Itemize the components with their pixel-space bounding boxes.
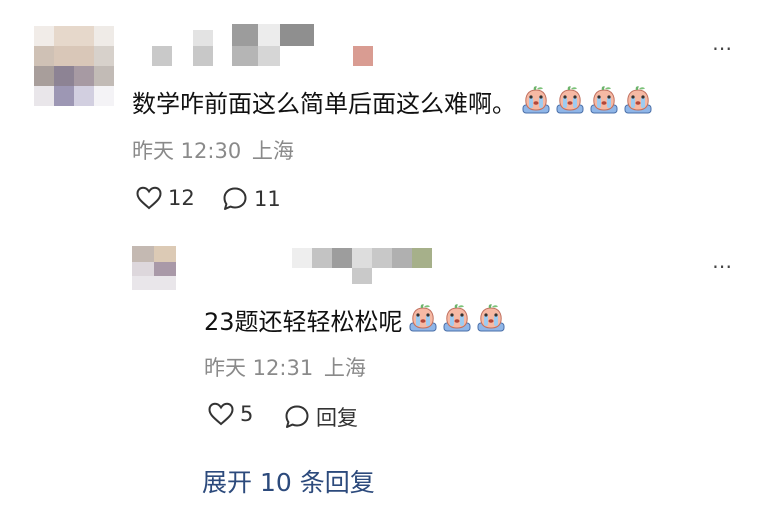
reply-meta: 昨天 12:31 上海 [204,356,366,380]
reply-like-count: 5 [240,402,254,426]
reply-body: 23题还轻轻松松呢 [204,308,403,336]
reply-avatar[interactable] [132,246,176,290]
reply-location: 上海 [323,356,366,380]
comment-text: 数学咋前面这么简单后面这么难啊。 [132,84,654,119]
comment-bubble-icon [223,187,247,210]
heart-icon [136,186,162,210]
comment-location: 上海 [251,139,294,163]
heart-icon [208,402,234,426]
crying-peach-emoji [556,86,584,114]
comment-bubble-icon [285,405,309,428]
comment-body: 数学咋前面这么简单后面这么难啊。 [132,90,516,118]
comment-meta: 昨天 12:30 上海 [132,139,294,163]
crying-peach-emoji [590,86,618,114]
reply-time: 昨天 12:31 [204,356,314,380]
username[interactable] [150,24,390,72]
reply-button[interactable]: 回复 [284,402,358,432]
reply-button-label: 回复 [316,406,358,430]
comment-time: 昨天 12:30 [132,139,242,163]
crying-peach-emoji [522,86,550,114]
crying-peach-emoji [443,304,471,332]
like-button[interactable]: 12 [136,186,195,210]
emoji-group [520,84,654,116]
more-options-icon[interactable]: ⋯ [712,38,733,58]
avatar[interactable] [34,26,114,106]
reply-count-button[interactable]: 11 [222,186,281,212]
crying-peach-emoji [477,304,505,332]
reply-emoji-group [407,302,507,334]
reply-text: 23题还轻轻松松呢 [204,302,507,337]
crying-peach-emoji [624,86,652,114]
reply-like-button[interactable]: 5 [208,402,253,426]
reply-username[interactable] [292,246,442,286]
expand-replies-link[interactable]: 展开 10 条回复 [202,463,375,499]
crying-peach-emoji [409,304,437,332]
reply-count: 11 [254,187,281,211]
like-count: 12 [168,186,195,210]
reply-more-options-icon[interactable]: ⋯ [712,256,733,276]
